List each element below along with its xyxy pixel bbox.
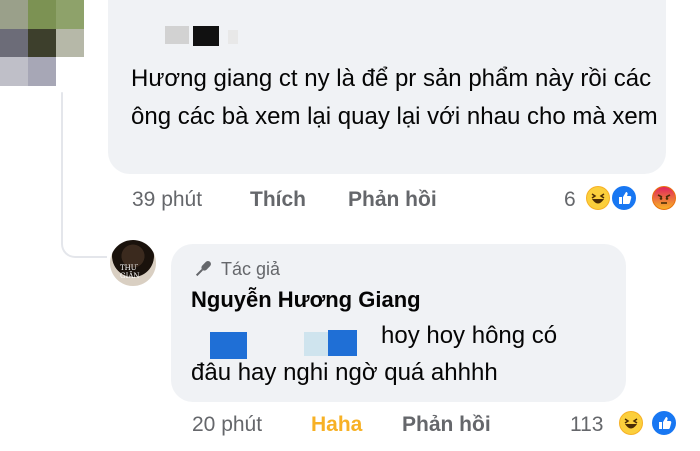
- redacted-mention: [210, 332, 247, 359]
- microphone-icon: [195, 261, 211, 277]
- like-icon[interactable]: [650, 409, 678, 437]
- thread-branch: [61, 236, 107, 258]
- reply-text-line1: hoy hoy hông có: [381, 322, 558, 349]
- avatar-text: THƯ GIÃN: [120, 264, 140, 280]
- reaction-count[interactable]: 113: [570, 413, 603, 437]
- author-name[interactable]: Nguyễn Hương Giang: [191, 287, 421, 313]
- haha-icon[interactable]: [617, 409, 645, 437]
- redacted-name: [165, 26, 189, 44]
- redacted-name: [228, 30, 238, 44]
- reply-text-line2: đâu hay nghi ngờ quá ahhhh: [191, 359, 498, 386]
- comment-text: Hương giang ct ny là để pr sản phẩm này …: [131, 65, 658, 130]
- comment-time[interactable]: 39 phút: [132, 188, 202, 212]
- reply-time[interactable]: 20 phút: [192, 413, 262, 437]
- like-icon[interactable]: [610, 184, 638, 212]
- reaction-count[interactable]: 6: [564, 188, 576, 212]
- author-avatar[interactable]: THƯ GIÃN: [110, 240, 156, 286]
- haha-icon[interactable]: [584, 184, 612, 212]
- like-button[interactable]: Thích: [250, 188, 306, 212]
- redacted-name: [193, 26, 219, 46]
- avatar-blurred[interactable]: [0, 0, 112, 86]
- reply-button[interactable]: Phản hồi: [348, 188, 437, 212]
- reply-button[interactable]: Phản hồi: [402, 413, 491, 437]
- angry-icon[interactable]: [650, 184, 678, 212]
- author-badge: Tác giả: [221, 259, 281, 279]
- haha-button[interactable]: Haha: [311, 413, 362, 437]
- redacted-mention: [328, 330, 357, 356]
- thread-line: [61, 92, 63, 238]
